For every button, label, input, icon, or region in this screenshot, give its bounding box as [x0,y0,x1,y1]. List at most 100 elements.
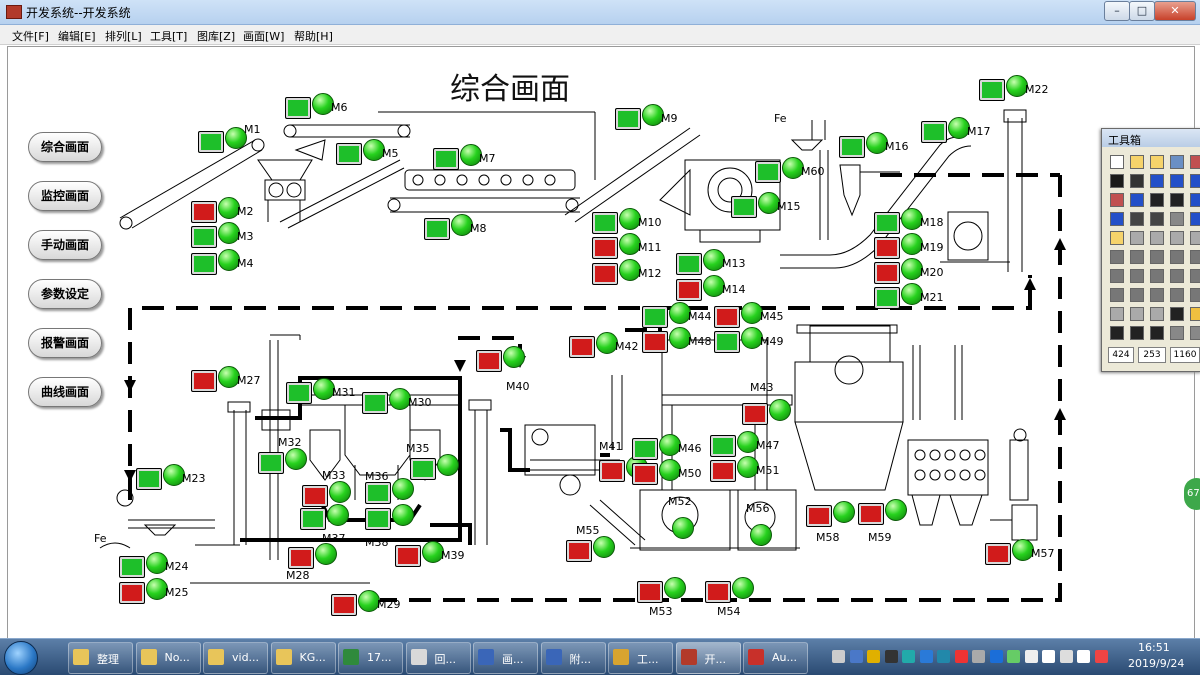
toolbox-tool-icon[interactable] [1150,155,1164,169]
toolbox-tool-icon[interactable] [1110,212,1124,226]
taskbar-item[interactable]: 整理 [68,642,133,674]
toolbox-tool-icon[interactable] [1150,269,1164,283]
toolbox-tool-icon[interactable] [1110,193,1124,207]
motor-status-square[interactable] [336,143,362,165]
nav-manual-button[interactable]: 手动画面 [28,230,102,260]
game-icon[interactable] [867,650,880,663]
motor-status-square[interactable] [365,508,391,530]
motor-status-square[interactable] [302,485,328,507]
toolbox-tool-icon[interactable] [1170,288,1184,302]
toolbox-tool-icon[interactable] [1110,326,1124,340]
motor-status-square[interactable] [615,108,641,130]
toolbox-tool-icon[interactable] [1130,193,1144,207]
toolbox-tool-icon[interactable] [1150,174,1164,188]
motor-status-square[interactable] [424,218,450,240]
nav-alarm-button[interactable]: 报警画面 [28,328,102,358]
motor-status-square[interactable] [136,468,162,490]
motor-status-square[interactable] [191,226,217,248]
battery-icon[interactable] [1042,650,1055,663]
toolbox-tool-icon[interactable] [1170,174,1184,188]
usb-icon[interactable] [1024,650,1038,663]
motor-status-square[interactable] [705,581,731,603]
toolbox-tool-icon[interactable] [1190,174,1200,188]
motor-status-square[interactable] [806,505,832,527]
toolbox-tool-icon[interactable] [1170,231,1184,245]
toolbox-tool-icon[interactable] [1170,155,1184,169]
toolbox-tool-icon[interactable] [1110,155,1124,169]
taskbar-item[interactable]: 画... [473,642,538,674]
motor-status-square[interactable] [191,201,217,223]
motor-status-square[interactable] [285,97,311,119]
motor-status-square[interactable] [676,279,702,301]
motor-status-square[interactable] [592,263,618,285]
qq-icon[interactable] [884,650,898,663]
motor-status-square[interactable] [676,253,702,275]
clock-date[interactable]: 2019/9/24 [1128,657,1184,670]
motor-status-square[interactable] [362,392,388,414]
motor-status-square[interactable] [742,403,768,425]
start-button[interactable] [4,641,38,675]
toolbox-tool-icon[interactable] [1190,212,1200,226]
motor-status-square[interactable] [731,196,757,218]
network-icon[interactable] [1077,650,1090,663]
motor-status-square[interactable] [286,382,312,404]
motor-status-square[interactable] [714,331,740,353]
toolbox-w-field[interactable]: 1160 [1170,347,1200,363]
motor-status-square[interactable] [365,482,391,504]
toolbox-tool-icon[interactable] [1170,269,1184,283]
nav-curve-button[interactable]: 曲线画面 [28,377,102,407]
clock-time[interactable]: 16:51 [1138,641,1170,654]
toolbox-tool-icon[interactable] [1110,231,1124,245]
nav-monitor-button[interactable]: 监控画面 [28,181,102,211]
motor-status-square[interactable] [985,543,1011,565]
taskbar-item[interactable]: 回... [405,642,471,674]
taskbar-item[interactable]: 开... [675,642,741,674]
toolbox-tool-icon[interactable] [1190,231,1200,245]
sync-icon[interactable] [902,650,915,663]
cursor-icon[interactable] [989,650,1003,663]
motor-status-square[interactable] [858,503,884,525]
toolbox-y-field[interactable]: 253 [1138,347,1166,363]
toolbox-tool-icon[interactable] [1170,212,1184,226]
taskbar-item[interactable]: 附... [540,642,606,674]
toolbox-tool-icon[interactable] [1150,231,1164,245]
toolbox-tool-icon[interactable] [1190,155,1200,169]
toolbox-tool-icon[interactable] [1150,288,1164,302]
toolbox-tool-icon[interactable] [1150,307,1164,321]
motor-status-square[interactable] [191,253,217,275]
toolbox-tool-icon[interactable] [1150,193,1164,207]
help-icon[interactable] [849,650,863,663]
motor-status-square[interactable] [592,212,618,234]
taskbar-item[interactable]: vid... [203,642,268,674]
motor-status-square[interactable] [592,237,618,259]
motor-status-square[interactable] [979,79,1005,101]
toolbox-tool-icon[interactable] [1190,250,1200,264]
toolbox-tool-icon[interactable] [1130,250,1144,264]
toolbox-tool-icon[interactable] [1190,326,1200,340]
toolbox-tool-icon[interactable] [1170,307,1184,321]
toolbox-tool-icon[interactable] [1110,307,1124,321]
toolbox-title-bar[interactable]: 工具箱 [1102,129,1200,147]
toolbox-tool-icon[interactable] [1190,288,1200,302]
pen-icon[interactable] [972,650,985,663]
keyboard-icon[interactable] [832,650,845,663]
cfc-icon[interactable] [954,650,968,663]
update-icon[interactable] [919,650,933,663]
toolbox-tool-icon[interactable] [1170,326,1184,340]
toolbox-tool-icon[interactable] [1150,250,1164,264]
motor-status-square[interactable] [198,131,224,153]
toolbox-tool-icon[interactable] [1150,326,1164,340]
nav-overview-button[interactable]: 综合画面 [28,132,102,162]
motor-status-square[interactable] [874,262,900,284]
toolbox-tool-icon[interactable] [1130,288,1144,302]
motor-status-square[interactable] [874,237,900,259]
taskbar-item[interactable]: No... [135,642,201,674]
side-widget-tab[interactable]: 67 [1184,478,1200,510]
toolbox-panel[interactable]: 工具箱 424 253 1160 [1101,128,1200,372]
taskbar-item[interactable]: 17... [338,642,403,674]
motor-status-square[interactable] [566,540,592,562]
toolbox-tool-icon[interactable] [1130,174,1144,188]
nav-params-button[interactable]: 参数设定 [28,279,102,309]
security-icon[interactable] [937,650,950,663]
motor-status-square[interactable] [331,594,357,616]
